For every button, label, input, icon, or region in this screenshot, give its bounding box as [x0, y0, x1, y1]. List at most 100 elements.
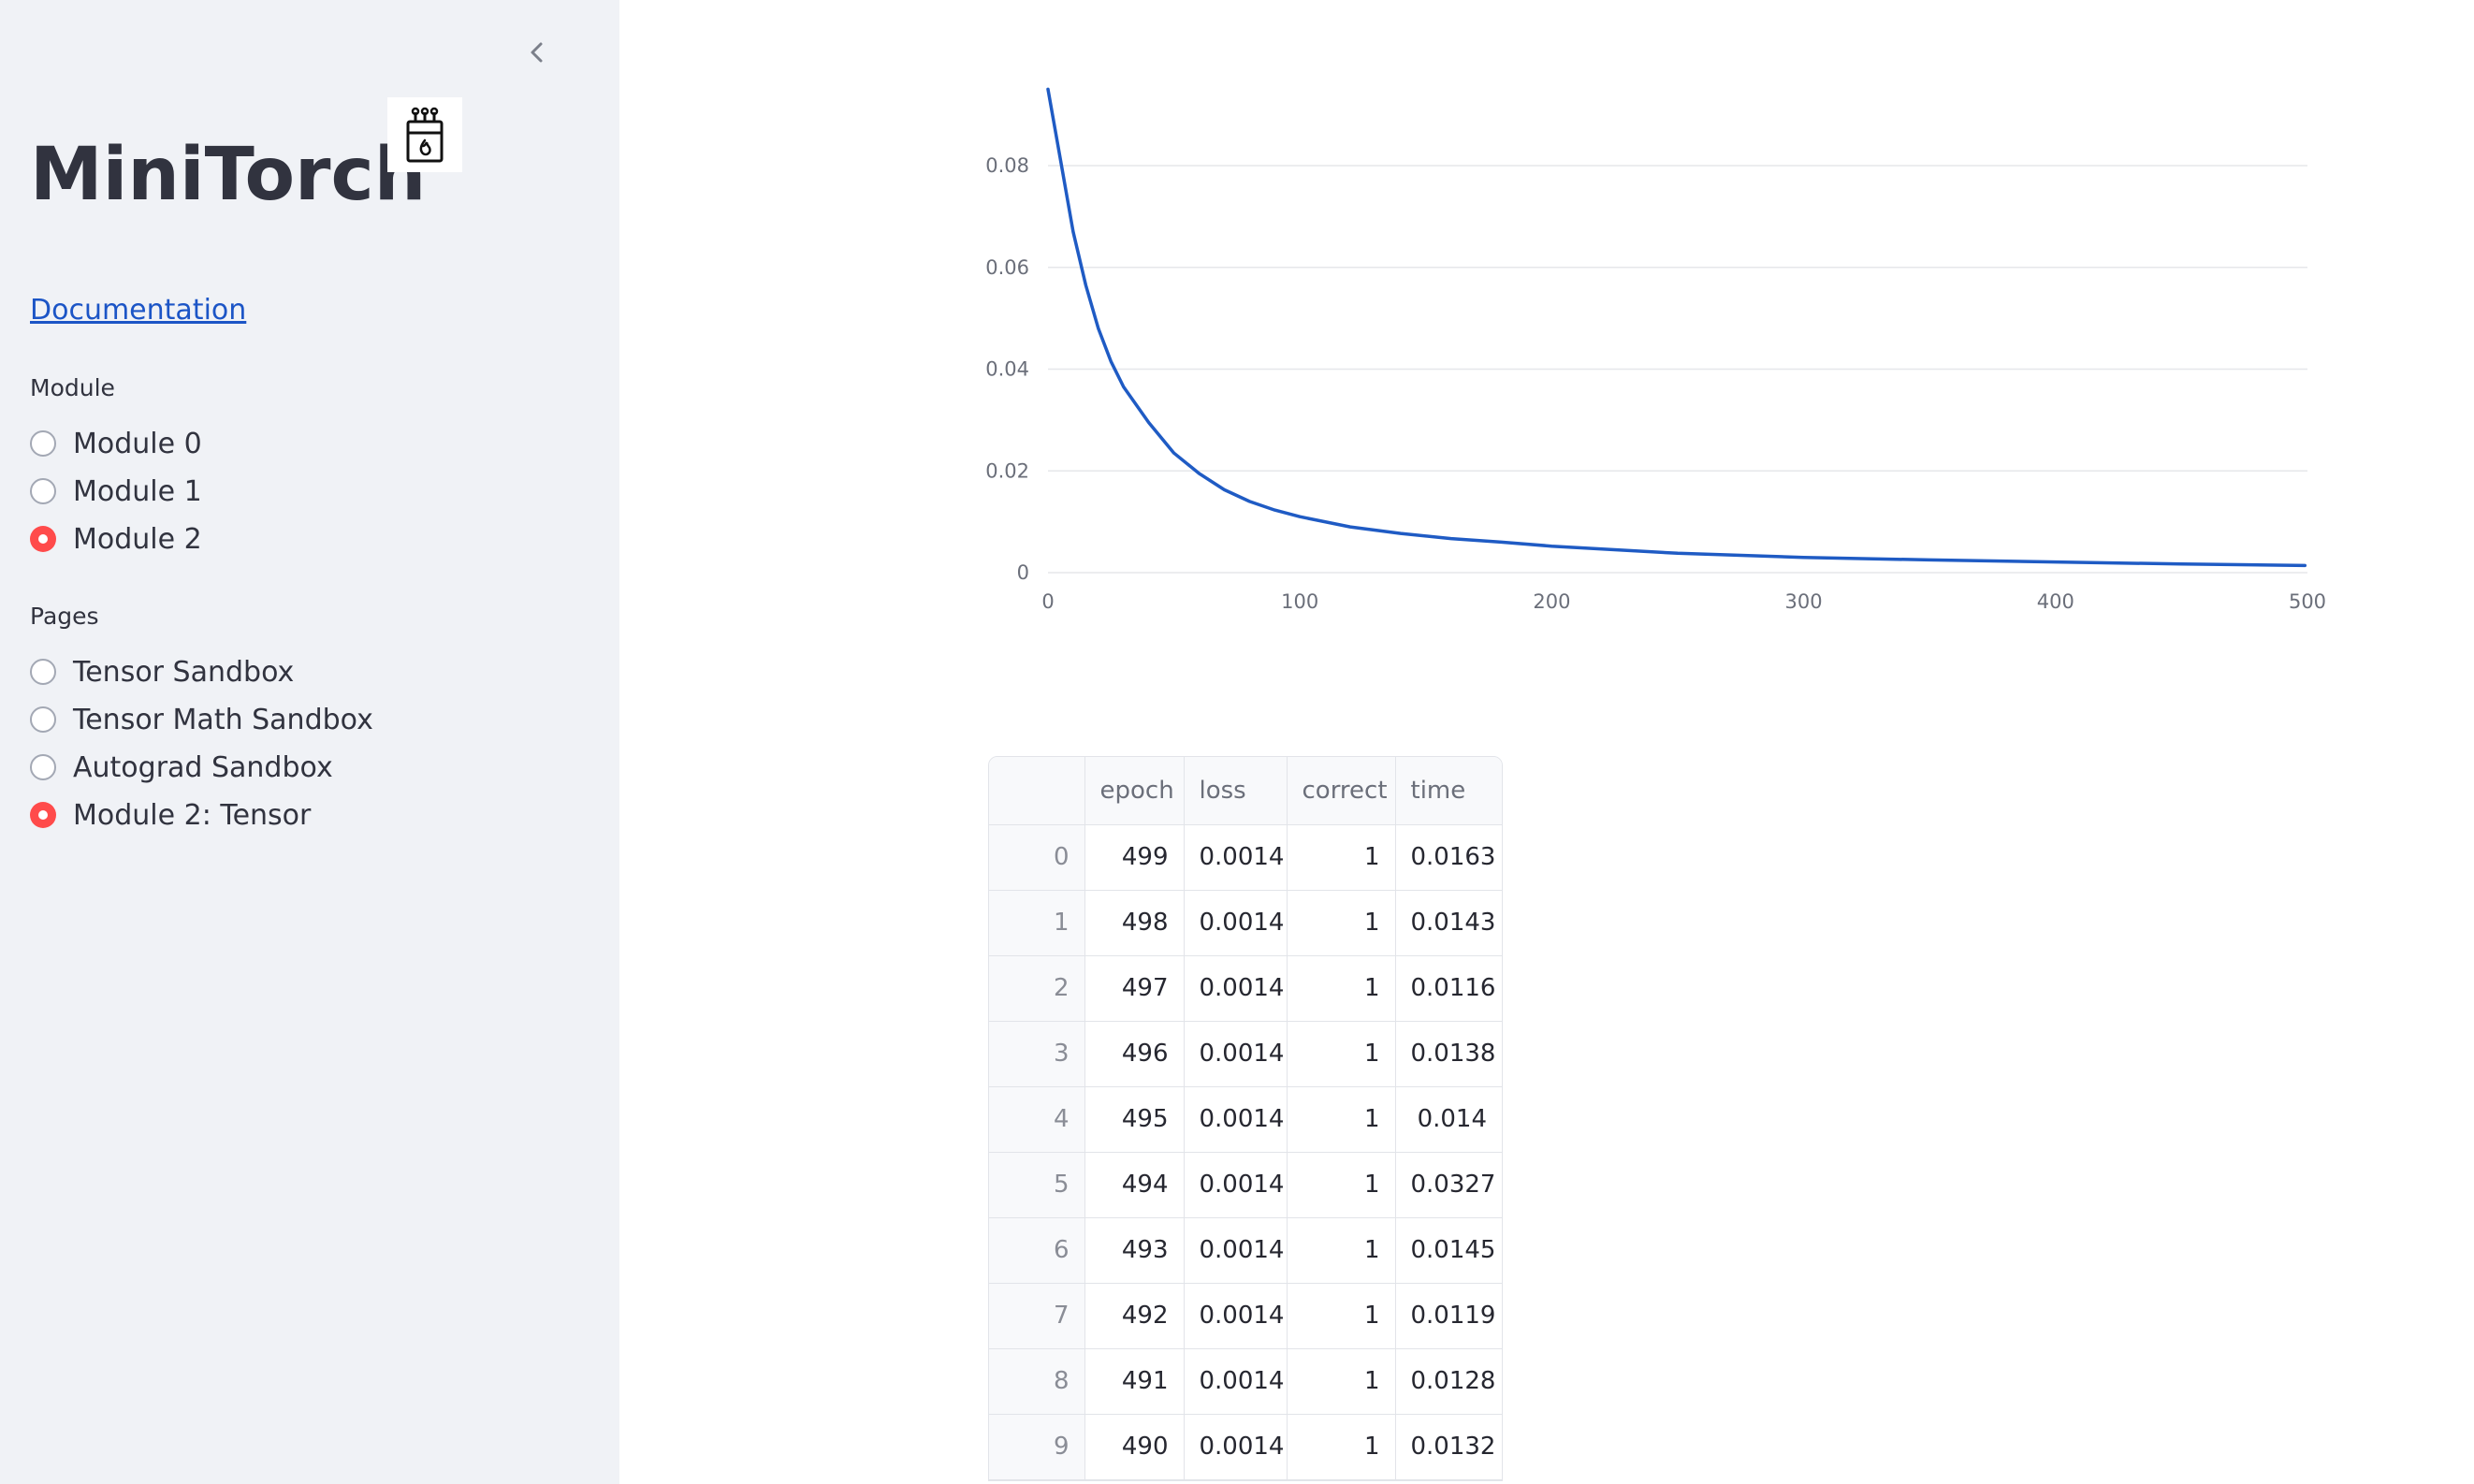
cell-epoch[interactable]: 493: [1084, 1217, 1185, 1284]
column-header-epoch[interactable]: epoch: [1084, 757, 1185, 825]
cell-loss[interactable]: 0.0014: [1184, 1414, 1288, 1480]
cell-loss[interactable]: 0.0014: [1184, 1021, 1288, 1087]
row-index-cell[interactable]: 8: [989, 1348, 1085, 1415]
row-index-cell[interactable]: 3: [989, 1021, 1085, 1087]
module-1-label: Module 1: [73, 474, 202, 508]
y-tick-label: 0.06: [985, 256, 1029, 279]
page-autograd-sandbox-radio[interactable]: Autograd Sandbox: [30, 749, 333, 786]
app-title: MiniTorch: [30, 133, 427, 217]
cell-correct[interactable]: 1: [1287, 1152, 1396, 1218]
cell-loss[interactable]: 0.0014: [1184, 955, 1288, 1022]
cell-time[interactable]: 0.0132: [1395, 1414, 1502, 1480]
cell-time[interactable]: 0.0119: [1395, 1283, 1502, 1349]
cell-correct[interactable]: 1: [1287, 1217, 1396, 1284]
row-index-cell[interactable]: 2: [989, 955, 1085, 1022]
cell-time[interactable]: 0.0116: [1395, 955, 1502, 1022]
module-0-radio[interactable]: Module 0: [30, 425, 202, 462]
page-tensor-sandbox-label: Tensor Sandbox: [73, 655, 295, 689]
column-header-time[interactable]: time: [1395, 757, 1502, 825]
radio-checked-icon: [30, 802, 56, 828]
cell-correct[interactable]: 1: [1287, 1021, 1396, 1087]
table-row: 8 491 0.0014 1 0.0128: [989, 1348, 1502, 1415]
cell-correct[interactable]: 1: [1287, 1414, 1396, 1480]
column-header-correct[interactable]: correct: [1287, 757, 1396, 825]
cell-epoch[interactable]: 495: [1084, 1086, 1185, 1153]
loss-line-chart: 0 0.02 0.04 0.06 0.08 0 100 200 300 400 500: [985, 87, 2326, 613]
cell-correct[interactable]: 1: [1287, 1348, 1396, 1415]
module-0-label: Module 0: [73, 427, 202, 460]
documentation-link[interactable]: Documentation: [30, 294, 246, 327]
cell-loss[interactable]: 0.0014: [1184, 1152, 1288, 1218]
radio-unchecked-icon: [30, 478, 56, 504]
page-autograd-sandbox-label: Autograd Sandbox: [73, 750, 333, 784]
cell-epoch[interactable]: 494: [1084, 1152, 1185, 1218]
page-module-2-tensor-label: Module 2: Tensor: [73, 798, 312, 832]
page-module-2-tensor-radio[interactable]: Module 2: Tensor: [30, 796, 311, 834]
cell-loss[interactable]: 0.0014: [1184, 1086, 1288, 1153]
pages-group-label: Pages: [30, 603, 99, 630]
x-tick-label: 500: [2289, 590, 2326, 613]
row-index-cell[interactable]: 6: [989, 1217, 1085, 1284]
table-row: 1 498 0.0014 1 0.0143: [989, 890, 1502, 956]
row-index-cell[interactable]: 7: [989, 1283, 1085, 1349]
radio-unchecked-icon: [30, 430, 56, 457]
cell-epoch[interactable]: 492: [1084, 1283, 1185, 1349]
index-column-header[interactable]: [989, 757, 1085, 825]
radio-unchecked-icon: [30, 706, 56, 733]
module-2-radio[interactable]: Module 2: [30, 520, 202, 558]
cell-time[interactable]: 0.014: [1395, 1086, 1502, 1153]
matchbox-logo-icon: [387, 97, 462, 172]
cell-correct[interactable]: 1: [1287, 1086, 1396, 1153]
sidebar: MiniTorch Documentation Module Module 0 …: [0, 0, 619, 1484]
table-row: 2 497 0.0014 1 0.0116: [989, 955, 1502, 1022]
cell-correct[interactable]: 1: [1287, 955, 1396, 1022]
cell-epoch[interactable]: 499: [1084, 824, 1185, 891]
row-index-cell[interactable]: 5: [989, 1152, 1085, 1218]
cell-time[interactable]: 0.0163: [1395, 824, 1502, 891]
cell-epoch[interactable]: 496: [1084, 1021, 1185, 1087]
row-index-cell[interactable]: 0: [989, 824, 1085, 891]
cell-loss[interactable]: 0.0014: [1184, 1283, 1288, 1349]
cell-time[interactable]: 0.0327: [1395, 1152, 1502, 1218]
y-tick-label: 0: [1017, 561, 1029, 584]
page-tensor-math-sandbox-radio[interactable]: Tensor Math Sandbox: [30, 701, 373, 738]
table-header-row: epoch loss correct time: [989, 757, 1502, 825]
cell-loss[interactable]: 0.0014: [1184, 890, 1288, 956]
module-1-radio[interactable]: Module 1: [30, 473, 202, 510]
table-row: 9 490 0.0014 1 0.0132: [989, 1414, 1502, 1480]
cell-correct[interactable]: 1: [1287, 1283, 1396, 1349]
row-index-cell[interactable]: 1: [989, 890, 1085, 956]
cell-loss[interactable]: 0.0014: [1184, 1348, 1288, 1415]
cell-epoch[interactable]: 491: [1084, 1348, 1185, 1415]
cell-epoch[interactable]: 497: [1084, 955, 1185, 1022]
radio-checked-icon: [30, 526, 56, 552]
cell-correct[interactable]: 1: [1287, 890, 1396, 956]
table-row: 0 499 0.0014 1 0.0163: [989, 824, 1502, 891]
table-row: 4 495 0.0014 1 0.014: [989, 1086, 1502, 1153]
cell-loss[interactable]: 0.0014: [1184, 1217, 1288, 1284]
loss-chart: 0 0.02 0.04 0.06 0.08 0 100 200 300 400 500: [954, 65, 2339, 649]
module-group-label: Module: [30, 374, 115, 401]
page-tensor-math-sandbox-label: Tensor Math Sandbox: [73, 703, 373, 736]
module-2-label: Module 2: [73, 522, 202, 556]
row-index-cell[interactable]: 4: [989, 1086, 1085, 1153]
x-tick-label: 200: [1533, 590, 1570, 613]
x-tick-label: 0: [1041, 590, 1054, 613]
row-index-cell[interactable]: 9: [989, 1414, 1085, 1480]
cell-epoch[interactable]: 490: [1084, 1414, 1185, 1480]
cell-epoch[interactable]: 498: [1084, 890, 1185, 956]
table-row: 5 494 0.0014 1 0.0327: [989, 1152, 1502, 1218]
cell-loss[interactable]: 0.0014: [1184, 824, 1288, 891]
collapse-sidebar-button[interactable]: [520, 36, 554, 69]
cell-time[interactable]: 0.0128: [1395, 1348, 1502, 1415]
cell-time[interactable]: 0.0145: [1395, 1217, 1502, 1284]
x-tick-label: 400: [2037, 590, 2074, 613]
column-header-loss[interactable]: loss: [1184, 757, 1288, 825]
cell-time[interactable]: 0.0138: [1395, 1021, 1502, 1087]
cell-correct[interactable]: 1: [1287, 824, 1396, 891]
table-row: 7 492 0.0014 1 0.0119: [989, 1283, 1502, 1349]
cell-time[interactable]: 0.0143: [1395, 890, 1502, 956]
loss-series-line: [1046, 87, 2307, 568]
y-tick-label: 0.04: [985, 358, 1029, 381]
page-tensor-sandbox-radio[interactable]: Tensor Sandbox: [30, 653, 294, 691]
